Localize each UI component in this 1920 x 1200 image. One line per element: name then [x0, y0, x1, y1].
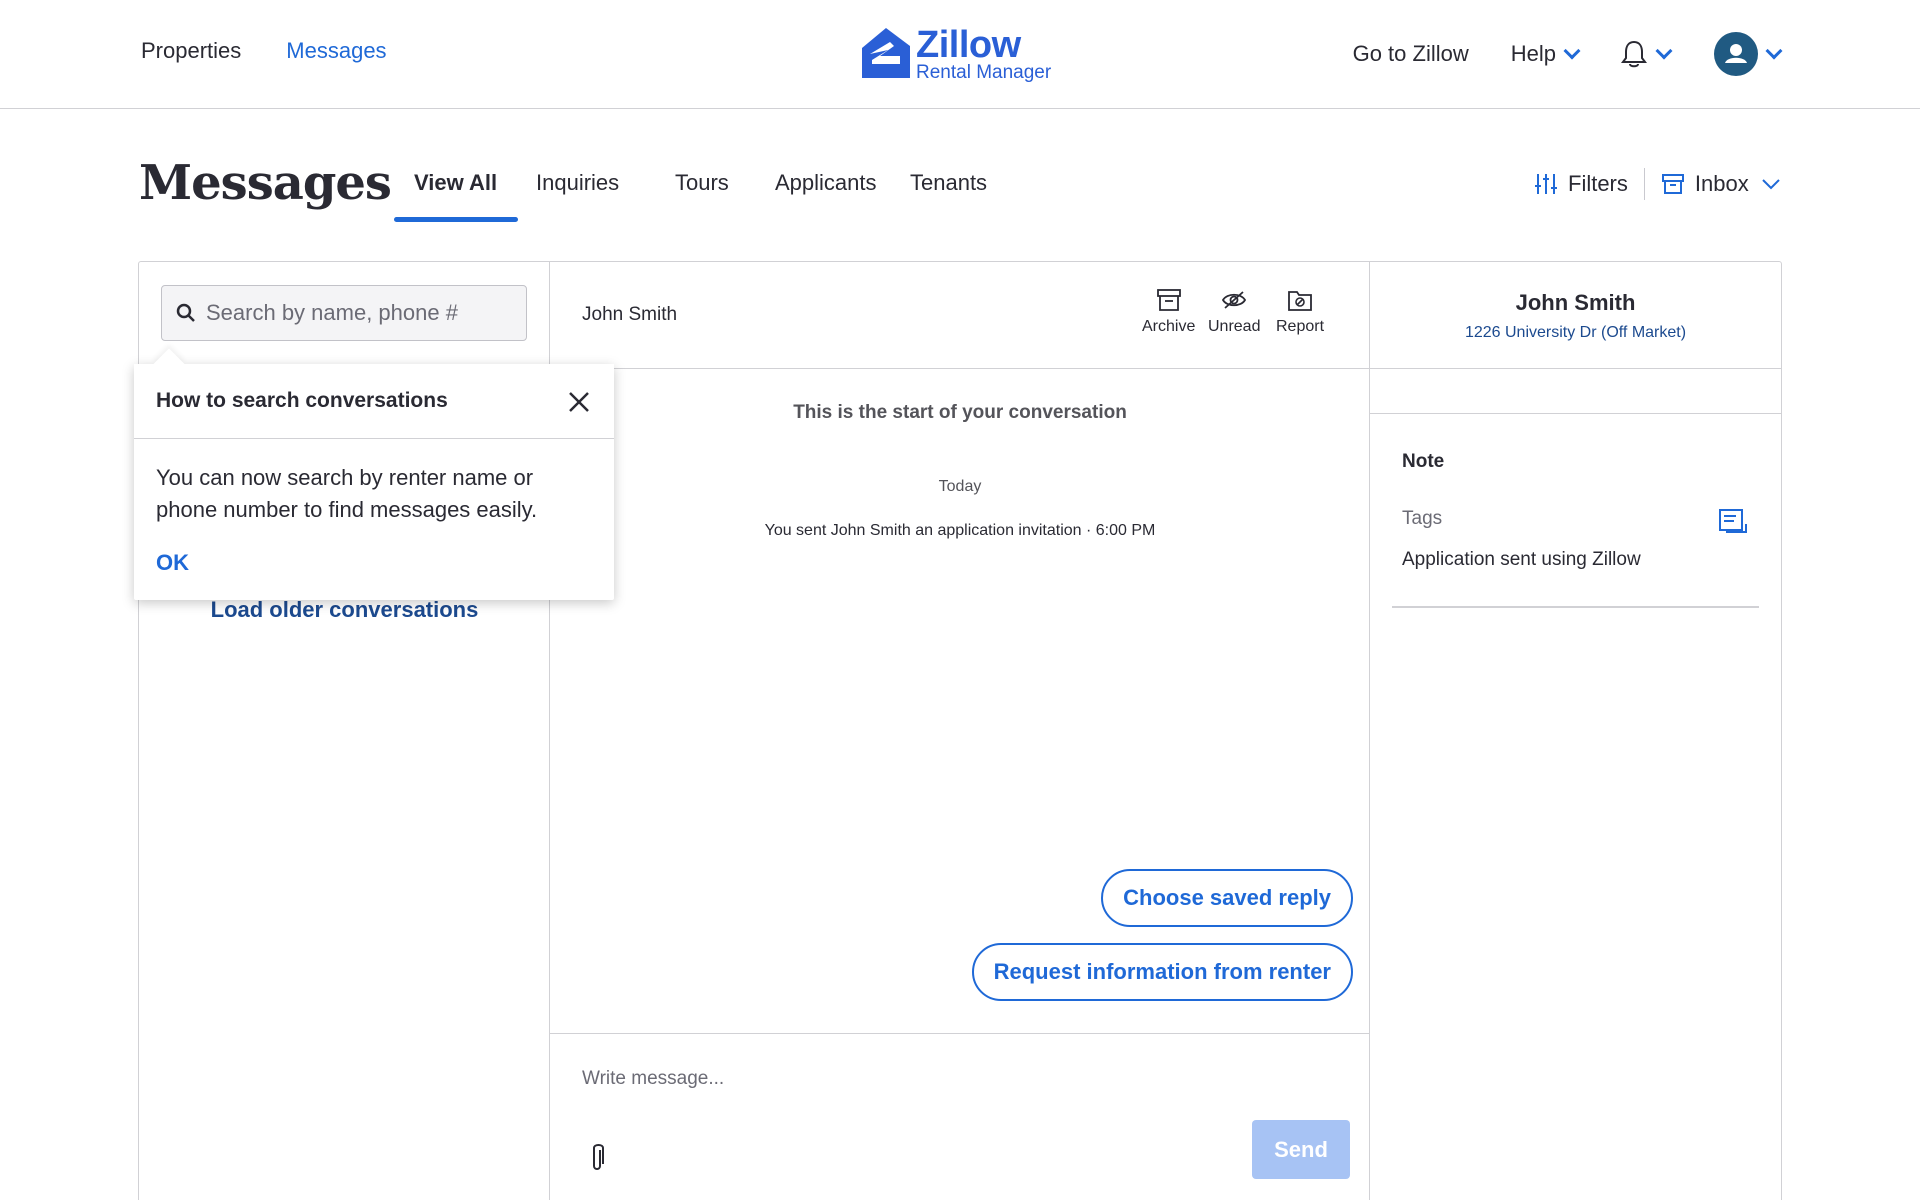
eye-slash-icon — [1222, 291, 1247, 309]
account-menu[interactable] — [1714, 32, 1783, 76]
sliders-icon — [1535, 174, 1557, 194]
renter-details: John Smith 1226 University Dr (Off Marke… — [1370, 262, 1781, 1200]
tab-inquiries[interactable]: Inquiries — [536, 170, 619, 196]
logo-product-text: Rental Manager — [916, 62, 1052, 83]
tab-tenants[interactable]: Tenants — [910, 170, 987, 196]
archive-icon — [1156, 289, 1181, 311]
tag-value: Application sent using Zillow — [1402, 549, 1641, 570]
tab-view-all[interactable]: View All — [414, 170, 497, 196]
filter-divider — [1643, 168, 1645, 200]
message-composer: Send — [550, 1033, 1370, 1200]
report-label: Report — [1276, 318, 1325, 335]
filters-label: Filters — [1568, 171, 1628, 196]
user-avatar-icon — [1714, 32, 1758, 76]
logo-brand-text: Zillow — [916, 24, 1021, 66]
popover-ok-button[interactable]: OK — [156, 550, 189, 576]
go-to-zillow-link[interactable]: Go to Zillow — [1353, 41, 1469, 67]
nav-messages[interactable]: Messages — [286, 38, 386, 64]
inbox-dropdown[interactable]: Inbox — [1661, 171, 1781, 197]
details-divider — [1370, 413, 1781, 414]
archive-label: Archive — [1142, 318, 1196, 335]
message-input[interactable] — [582, 1068, 1322, 1108]
bell-icon — [1621, 40, 1647, 68]
send-button[interactable]: Send — [1252, 1120, 1350, 1179]
day-divider: Today — [938, 478, 982, 495]
popover-title: How to search conversations — [156, 389, 448, 412]
chevron-down-icon — [1655, 42, 1673, 60]
paperclip-icon[interactable] — [588, 1142, 606, 1174]
report-button[interactable]: Report — [1276, 288, 1324, 336]
unread-label: Unread — [1208, 318, 1261, 335]
search-icon — [176, 303, 195, 322]
contact-name: John Smith — [582, 304, 678, 325]
primary-nav: Properties Messages — [141, 38, 387, 64]
top-navigation: Properties Messages Zillow Rental Manage… — [0, 0, 1920, 109]
tags-label: Tags — [1402, 508, 1443, 529]
filters-button[interactable]: Filters — [1534, 171, 1628, 197]
zillow-rental-manager-logo[interactable]: Zillow Rental Manager — [860, 24, 1060, 86]
conversation-view: John Smith Archive Unread Report This is… — [550, 262, 1370, 1200]
tab-applicants[interactable]: Applicants — [775, 170, 877, 196]
close-icon[interactable] — [568, 391, 590, 413]
search-box — [161, 285, 527, 341]
active-tab-indicator — [394, 217, 518, 222]
secondary-nav: Go to Zillow Help — [1353, 32, 1783, 76]
popover-header: How to search conversations — [134, 364, 614, 439]
tab-tours[interactable]: Tours — [675, 170, 729, 196]
search-input[interactable] — [206, 300, 506, 326]
edit-note-icon[interactable] — [1718, 508, 1748, 534]
chevron-down-icon — [1762, 179, 1780, 190]
renter-name: John Smith — [1515, 290, 1636, 315]
property-address-link[interactable]: 1226 University Dr (Off Market) — [1370, 324, 1781, 342]
help-label: Help — [1510, 41, 1556, 66]
nav-properties[interactable]: Properties — [141, 38, 241, 64]
note-divider — [1392, 606, 1759, 608]
mark-unread-button[interactable]: Unread — [1208, 288, 1260, 336]
renter-header: John Smith 1226 University Dr (Off Marke… — [1370, 262, 1781, 369]
notifications-menu[interactable] — [1620, 39, 1673, 69]
zillow-logo-icon — [862, 28, 910, 78]
conversation-header: John Smith Archive Unread Report — [550, 262, 1370, 369]
conversation-start-text: This is the start of your conversation — [793, 402, 1127, 423]
filter-controls: Filters Inbox — [1534, 168, 1781, 200]
popover-body: You can now search by renter name or pho… — [156, 465, 538, 522]
note-heading: Note — [1402, 451, 1445, 472]
archive-button[interactable]: Archive — [1142, 288, 1195, 336]
inbox-icon — [1661, 174, 1684, 194]
page-title: Messages — [139, 155, 392, 211]
help-menu[interactable]: Help — [1510, 41, 1581, 67]
request-information-button[interactable]: Request information from renter — [971, 943, 1353, 1001]
search-tip-popover: How to search conversations You can now … — [134, 348, 614, 600]
load-older-conversations-link[interactable]: Load older conversations — [139, 597, 550, 623]
chevron-down-icon — [1765, 42, 1783, 60]
system-event-message: You sent John Smith an application invit… — [764, 522, 1156, 539]
choose-saved-reply-button[interactable]: Choose saved reply — [1101, 869, 1353, 927]
chevron-down-icon — [1563, 42, 1581, 60]
report-icon — [1288, 291, 1312, 311]
inbox-label: Inbox — [1694, 171, 1749, 196]
